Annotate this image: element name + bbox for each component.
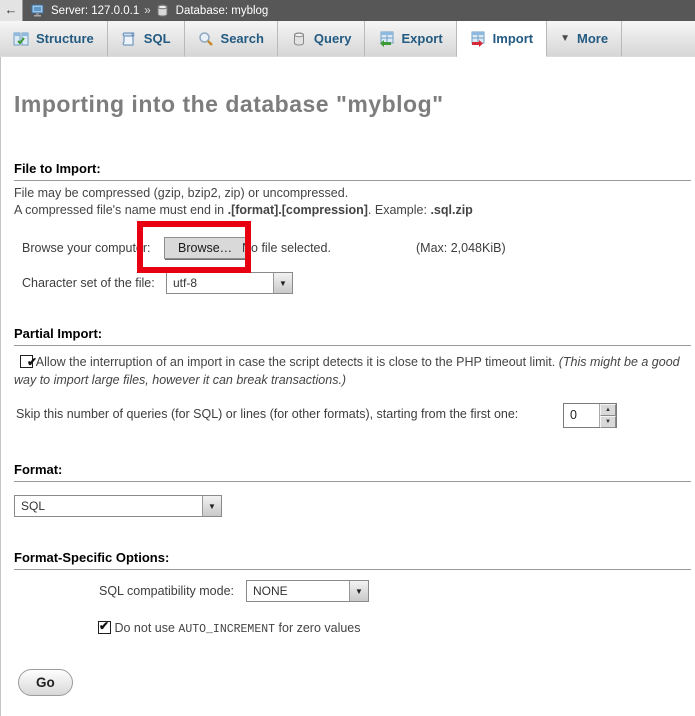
- tab-import[interactable]: Import: [457, 21, 547, 57]
- charset-row: Character set of the file: utf-8 ▼: [1, 272, 695, 298]
- allow-interruption-row: Allow the interruption of an import in c…: [14, 353, 690, 389]
- format-select[interactable]: SQL ▼: [14, 495, 222, 517]
- page-title: Importing into the database "myblog": [14, 91, 444, 118]
- skip-queries-value: 0: [564, 404, 599, 427]
- stepper-up-icon[interactable]: ▲: [600, 404, 616, 416]
- tab-more-label: More: [577, 31, 608, 46]
- import-page: Importing into the database "myblog" Fil…: [0, 57, 695, 716]
- sql-compatibility-select[interactable]: NONE ▼: [246, 580, 369, 602]
- section-heading-format: Format:: [14, 462, 691, 482]
- breadcrumb: Server: 127.0.0.1 » Database: myblog: [23, 0, 695, 21]
- breadcrumb-bar: ← Server: 127.0.0.1 » Database: myblog: [0, 0, 695, 21]
- back-button[interactable]: ←: [0, 0, 23, 21]
- tab-bar: Structure SQL Search Query Export Import…: [0, 21, 695, 57]
- section-heading-format-specific: Format-Specific Options:: [14, 550, 691, 570]
- sql-compatibility-dropdown-arrow-icon[interactable]: ▼: [349, 581, 368, 601]
- tab-export-label: Export: [401, 31, 442, 46]
- sql-compatibility-label: SQL compatibility mode:: [99, 584, 234, 598]
- allow-interruption-label: Allow the interruption of an import in c…: [14, 355, 680, 387]
- file-import-description: File may be compressed (gzip, bzip2, zip…: [14, 185, 473, 219]
- search-icon: [198, 31, 214, 47]
- tab-search-label: Search: [221, 31, 264, 46]
- no-file-selected-text: No file selected.: [242, 241, 331, 255]
- breadcrumb-database-link[interactable]: Database: myblog: [176, 5, 269, 17]
- section-heading-file-to-import: File to Import:: [14, 161, 691, 181]
- tab-import-label: Import: [493, 31, 533, 46]
- tab-structure-label: Structure: [36, 31, 94, 46]
- allow-interruption-checkbox[interactable]: [20, 355, 33, 368]
- browse-label: Browse your computer:: [22, 241, 151, 255]
- breadcrumb-separator: »: [144, 5, 150, 17]
- tab-structure[interactable]: Structure: [0, 21, 108, 57]
- filename-note: A compressed file's name must end in .[f…: [14, 202, 473, 219]
- monitor-icon: [31, 4, 46, 17]
- browse-button[interactable]: Browse…: [164, 237, 246, 259]
- skip-queries-label: Skip this number of queries (for SQL) or…: [16, 407, 518, 421]
- charset-select[interactable]: utf-8 ▼: [166, 272, 293, 294]
- tab-query-label: Query: [314, 31, 352, 46]
- export-icon: [378, 31, 394, 47]
- format-dropdown-arrow-icon[interactable]: ▼: [202, 496, 221, 516]
- tab-bar-filler: [622, 21, 695, 57]
- stepper-down-icon[interactable]: ▼: [600, 416, 616, 428]
- auto-increment-row: Do not use AUTO_INCREMENT for zero value…: [98, 621, 361, 636]
- skip-queries-stepper: ▲ ▼: [599, 404, 616, 427]
- section-heading-partial-import: Partial Import:: [14, 326, 691, 346]
- charset-selected-value: utf-8: [167, 276, 273, 290]
- chevron-down-icon: ▼: [560, 33, 570, 44]
- tab-more[interactable]: ▼ More: [547, 21, 622, 57]
- compression-note: File may be compressed (gzip, bzip2, zip…: [14, 185, 473, 202]
- go-button[interactable]: Go: [18, 669, 73, 696]
- tab-query[interactable]: Query: [278, 21, 366, 57]
- structure-icon: [13, 31, 29, 47]
- charset-label: Character set of the file:: [22, 276, 155, 290]
- charset-dropdown-arrow-icon[interactable]: ▼: [273, 273, 292, 293]
- breadcrumb-server-link[interactable]: Server: 127.0.0.1: [51, 5, 139, 17]
- import-icon: [470, 31, 486, 47]
- tab-export[interactable]: Export: [365, 21, 456, 57]
- sql-compatibility-row: SQL compatibility mode: NONE ▼: [1, 580, 695, 606]
- database-icon: [156, 4, 171, 17]
- browse-row: Browse your computer: Browse… No file se…: [1, 237, 695, 263]
- skip-queries-row: Skip this number of queries (for SQL) or…: [1, 403, 695, 429]
- format-selected-value: SQL: [15, 499, 202, 513]
- auto-increment-checkbox[interactable]: [98, 621, 111, 634]
- max-size-text: (Max: 2,048KiB): [416, 241, 506, 255]
- sql-icon: [121, 31, 137, 47]
- tab-search[interactable]: Search: [185, 21, 278, 57]
- sql-compatibility-selected-value: NONE: [247, 584, 349, 598]
- query-icon: [291, 31, 307, 47]
- auto-increment-label: Do not use AUTO_INCREMENT for zero value…: [114, 621, 360, 635]
- skip-queries-input[interactable]: 0 ▲ ▼: [563, 403, 617, 428]
- tab-sql[interactable]: SQL: [108, 21, 185, 57]
- tab-sql-label: SQL: [144, 31, 171, 46]
